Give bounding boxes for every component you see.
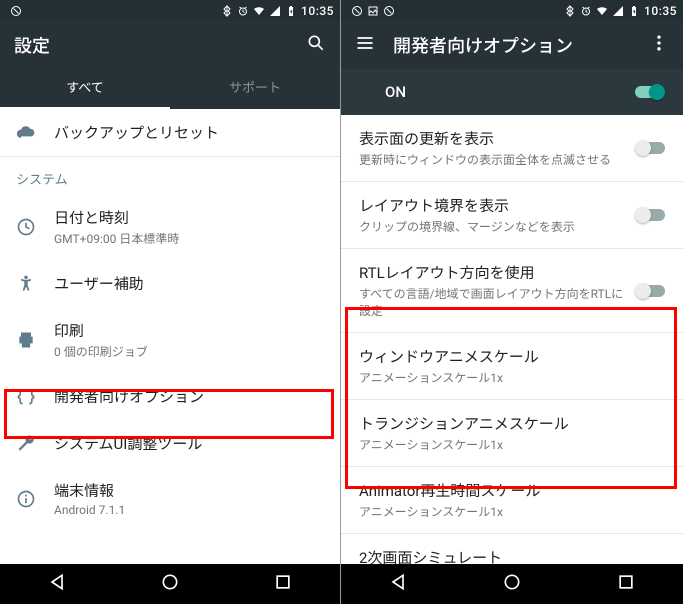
item-print[interactable]: 印刷0 個の印刷ジョブ — [0, 307, 340, 373]
search-icon — [306, 33, 326, 53]
item-transition-anim-scale[interactable]: トランジションアニメスケールアニメーションスケール1x — [341, 400, 683, 466]
tab-all[interactable]: すべて — [0, 69, 170, 109]
item-show-layout-bounds[interactable]: レイアウト境界を表示クリップの境界線、マージンなどを表示 — [341, 182, 683, 248]
item-developer-options[interactable]: 開発者向けオプション — [0, 373, 340, 420]
search-button[interactable] — [306, 33, 326, 57]
back-icon — [388, 572, 408, 592]
cloud-icon — [16, 123, 36, 143]
page-title: 設定 — [14, 32, 306, 58]
alarm-icon — [580, 5, 592, 17]
item-show-surface-updates[interactable]: 表示面の更新を表示更新時にウィンドウの表示面全体を点滅させる — [341, 115, 683, 181]
master-toggle-row: ON — [341, 69, 683, 115]
bluetooth-icon — [564, 5, 576, 17]
nav-back[interactable] — [388, 572, 408, 596]
battery-icon — [628, 5, 640, 17]
status-bar: 10:35 — [341, 0, 683, 21]
item-about-phone[interactable]: 端末情報Android 7.1.1 — [0, 467, 340, 530]
signal-icon — [612, 5, 624, 17]
clock-icon — [16, 217, 36, 237]
tab-bar: すべて サポート — [0, 69, 340, 109]
settings-screen: 10:35 設定 すべて サポート バックアップとリセット システム 日付と時刻… — [0, 0, 341, 604]
devopts-list: 表示面の更新を表示更新時にウィンドウの表示面全体を点滅させる レイアウト境界を表… — [341, 115, 683, 564]
navigation-bar — [0, 564, 340, 604]
item-sysui-tuner[interactable]: システムUI調整ツール — [0, 420, 340, 467]
section-system-header: システム — [0, 157, 340, 194]
back-icon — [47, 572, 67, 592]
battery-icon — [285, 5, 297, 17]
overview-icon — [273, 572, 293, 592]
clock-time: 10:35 — [644, 4, 677, 18]
overview-icon — [616, 572, 636, 592]
developer-options-screen: 10:35 開発者向けオプション ON 表示面の更新を表示更新時にウィンドウの表… — [341, 0, 683, 604]
nav-home[interactable] — [502, 572, 522, 596]
menu-button[interactable] — [355, 33, 375, 57]
item-animator-duration-scale[interactable]: Animator再生時間スケールアニメーションスケール1x — [341, 467, 683, 533]
wifi-icon — [253, 5, 265, 17]
switch-show-layout[interactable] — [635, 207, 667, 223]
master-switch[interactable] — [633, 84, 665, 100]
item-window-anim-scale[interactable]: ウィンドウアニメスケールアニメーションスケール1x — [341, 333, 683, 399]
navigation-bar — [341, 564, 683, 604]
notification-icon-2 — [383, 5, 395, 17]
item-backup-reset[interactable]: バックアップとリセット — [0, 109, 340, 156]
printer-icon — [16, 330, 36, 350]
tab-support[interactable]: サポート — [170, 69, 340, 109]
alarm-icon — [237, 5, 249, 17]
accessibility-icon — [16, 274, 36, 294]
more-vert-icon — [649, 33, 669, 53]
item-accessibility[interactable]: ユーザー補助 — [0, 260, 340, 307]
page-title: 開発者向けオプション — [393, 32, 649, 58]
wifi-icon — [596, 5, 608, 17]
nav-overview[interactable] — [273, 572, 293, 596]
overflow-button[interactable] — [649, 33, 669, 57]
notification-icon — [10, 5, 22, 17]
master-toggle-label: ON — [385, 83, 406, 101]
app-bar: 設定 — [0, 21, 340, 69]
switch-show-updates[interactable] — [635, 140, 667, 156]
home-icon — [502, 572, 522, 592]
hamburger-icon — [355, 33, 375, 53]
bluetooth-icon — [221, 5, 233, 17]
nav-back[interactable] — [47, 572, 67, 596]
settings-list: バックアップとリセット システム 日付と時刻GMT+09:00 日本標準時 ユー… — [0, 109, 340, 564]
status-bar: 10:35 — [0, 0, 340, 21]
item-datetime[interactable]: 日付と時刻GMT+09:00 日本標準時 — [0, 194, 340, 260]
signal-icon — [269, 5, 281, 17]
nav-overview[interactable] — [616, 572, 636, 596]
nav-home[interactable] — [160, 572, 180, 596]
app-bar: 開発者向けオプション — [341, 21, 683, 69]
item-force-rtl[interactable]: RTLレイアウト方向を使用すべての言語/地域で画面レイアウト方向をRTLに設定 — [341, 249, 683, 332]
wrench-icon — [16, 434, 36, 454]
braces-icon — [16, 387, 36, 407]
info-icon — [16, 489, 36, 509]
home-icon — [160, 572, 180, 592]
image-icon — [367, 5, 379, 17]
notification-icon — [351, 5, 363, 17]
clock-time: 10:35 — [301, 4, 334, 18]
item-simulate-secondary-display[interactable]: 2次画面シミュレートなし — [341, 534, 683, 564]
switch-rtl[interactable] — [635, 283, 667, 299]
